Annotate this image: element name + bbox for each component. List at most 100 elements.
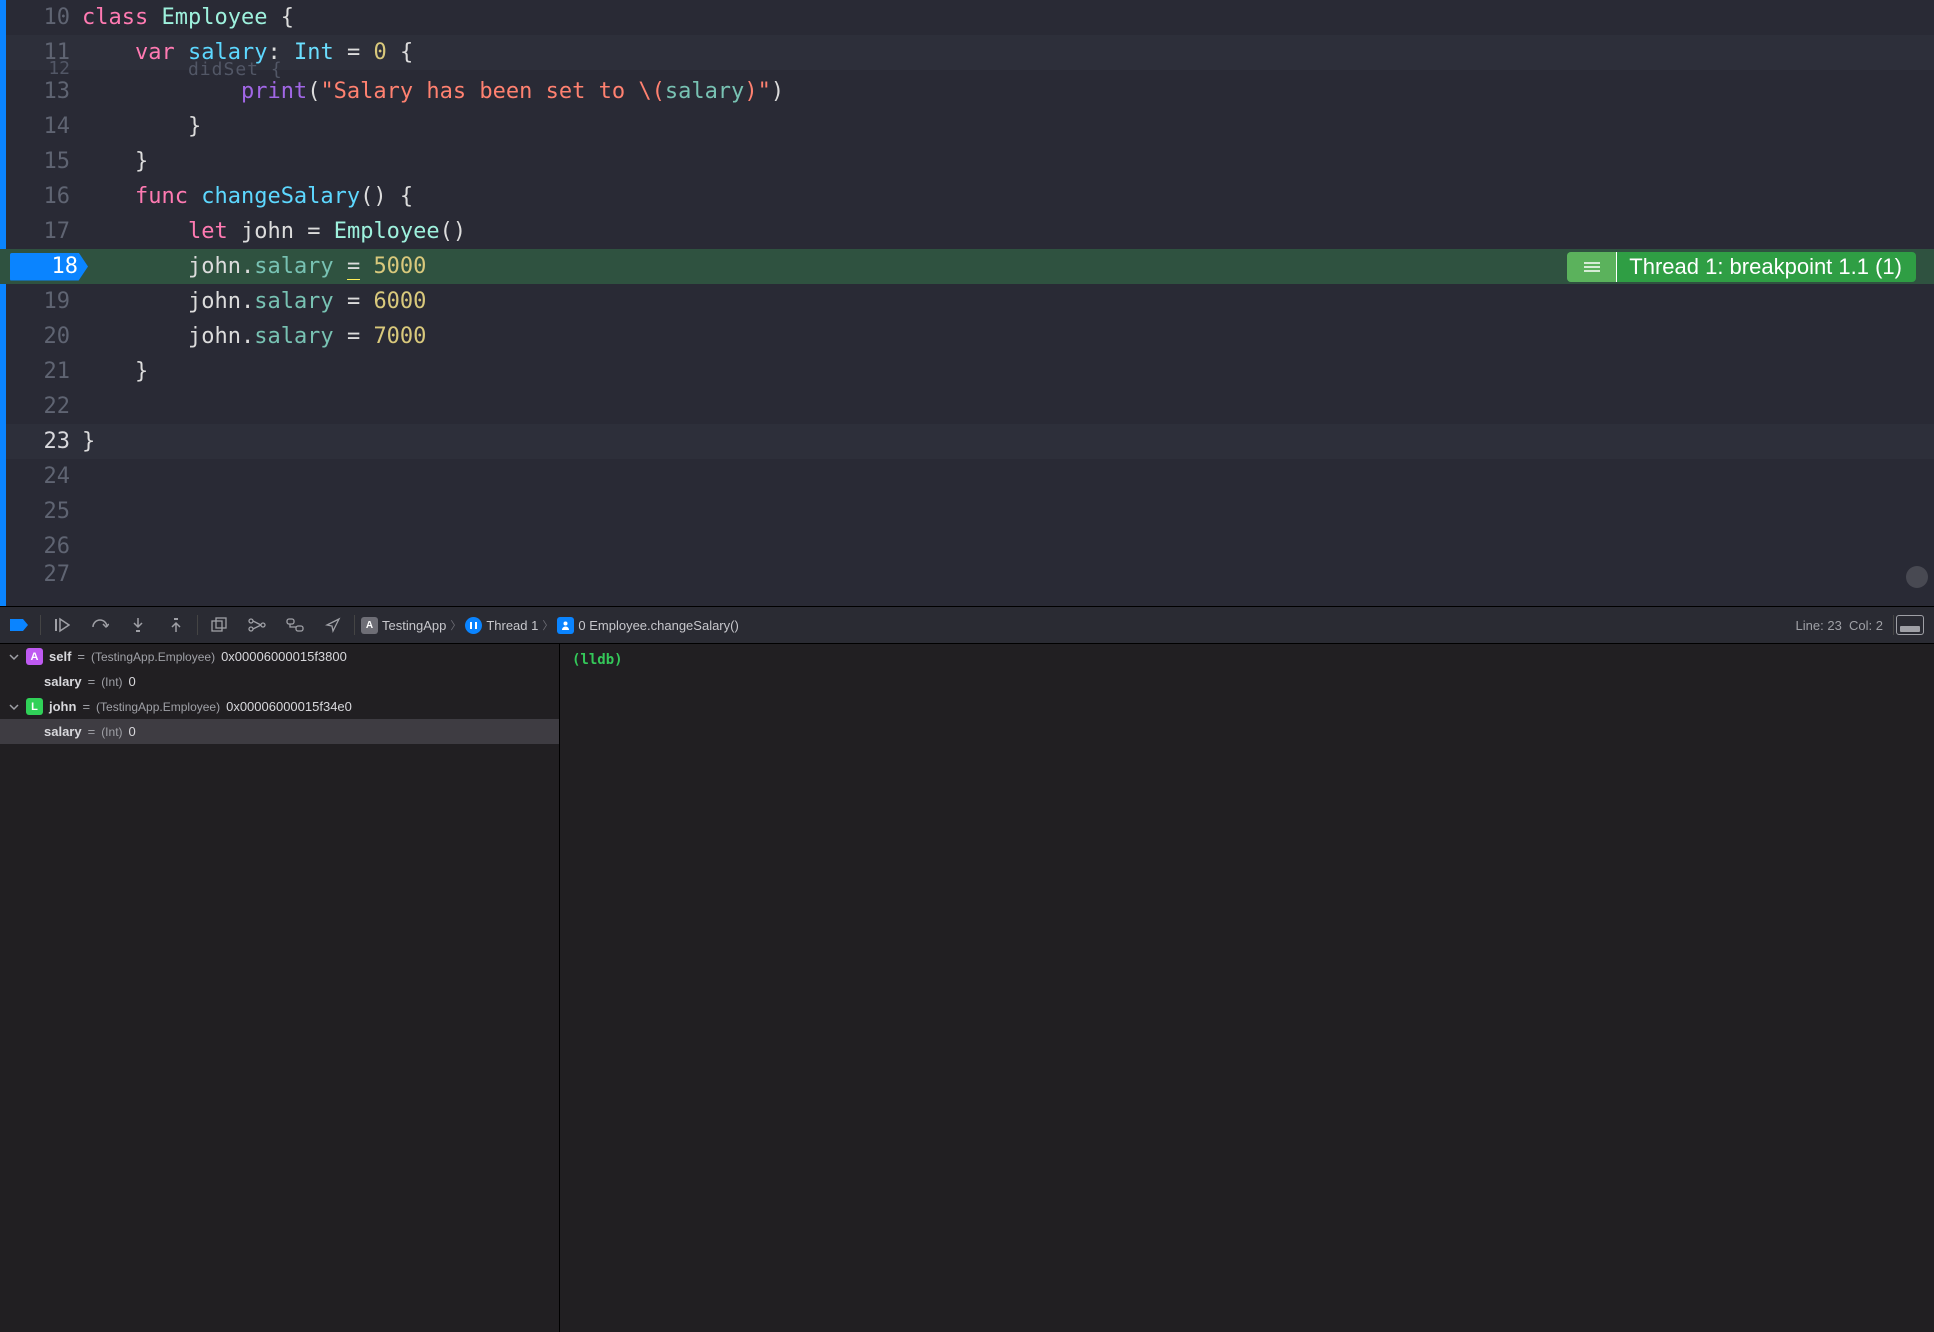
equals: = xyxy=(347,289,360,314)
class-name: Employee xyxy=(161,5,267,30)
annotation-handle-icon[interactable] xyxy=(1567,252,1617,282)
variable-type: (Int) xyxy=(101,725,122,739)
local-var: john xyxy=(188,254,241,279)
debug-view-hierarchy-button[interactable] xyxy=(200,606,238,644)
number-literal: 6000 xyxy=(373,289,426,314)
toggle-breakpoints-button[interactable] xyxy=(0,606,38,644)
thread-icon xyxy=(465,617,482,634)
line-number[interactable]: 25 xyxy=(0,499,82,524)
scroll-knob[interactable] xyxy=(1906,566,1928,588)
crumb-app[interactable]: TestingApp xyxy=(382,618,446,633)
separator xyxy=(197,615,198,635)
step-into-button[interactable] xyxy=(119,606,157,644)
line-number[interactable]: 20 xyxy=(0,324,82,349)
variable-type: (TestingApp.Employee) xyxy=(91,650,215,664)
keyword-class: class xyxy=(82,5,148,30)
equals: = xyxy=(347,324,360,349)
step-over-button[interactable] xyxy=(81,606,119,644)
separator xyxy=(354,615,355,635)
line-number[interactable]: 10 xyxy=(0,5,82,30)
breakpoint-marker[interactable]: 18 xyxy=(10,253,88,281)
variable-name: salary xyxy=(44,674,82,689)
paren: ) xyxy=(771,79,784,104)
line-number[interactable]: 17 xyxy=(0,219,82,244)
variable-type: (Int) xyxy=(101,675,122,689)
line-number[interactable]: 21 xyxy=(0,359,82,384)
type-name: Employee xyxy=(334,219,440,244)
annotation-text: Thread 1: breakpoint 1.1 (1) xyxy=(1629,254,1902,280)
line-number[interactable]: 27 xyxy=(0,562,82,587)
line-number[interactable]: 23 xyxy=(0,429,82,454)
debug-console[interactable]: (lldb) xyxy=(560,644,1934,1332)
separator xyxy=(1893,615,1894,635)
crumb-frame[interactable]: 0 Employee.changeSalary() xyxy=(578,618,738,633)
variable-value: 0 xyxy=(129,724,136,739)
equals-sign: = xyxy=(82,699,90,714)
variable-name: self xyxy=(49,649,71,664)
separator xyxy=(40,615,41,635)
line-number[interactable]: 15 xyxy=(0,149,82,174)
variables-view[interactable]: A self = (TestingApp.Employee) 0x0000600… xyxy=(0,644,560,1332)
app-icon: A xyxy=(361,617,378,634)
paren: ( xyxy=(307,79,320,104)
variable-row[interactable]: A self = (TestingApp.Employee) 0x0000600… xyxy=(0,644,559,669)
string-interp-close: ) xyxy=(744,79,757,104)
line-number[interactable]: 16 xyxy=(0,184,82,209)
execution-indicator-bar xyxy=(0,0,6,606)
variable-row[interactable]: salary = (Int) 0 xyxy=(0,719,559,744)
console-prompt: (lldb) xyxy=(572,652,623,668)
code-editor[interactable]: 10 class Employee { 11 var salary: Int =… xyxy=(0,0,1934,606)
equals-sign: = xyxy=(88,724,96,739)
property: salary xyxy=(254,254,333,279)
property: salary xyxy=(254,324,333,349)
frame-icon xyxy=(557,617,574,634)
breakpoint-annotation[interactable]: Thread 1: breakpoint 1.1 (1) xyxy=(1567,252,1916,282)
brace: } xyxy=(82,429,95,454)
brace: } xyxy=(135,149,148,174)
line-number[interactable]: 13 xyxy=(0,79,82,104)
variable-value: 0x00006000015f3800 xyxy=(221,649,347,664)
collapsed-code: didSet { xyxy=(188,59,283,80)
number-literal: 7000 xyxy=(373,324,426,349)
brace: } xyxy=(188,114,201,139)
number-literal: 5000 xyxy=(373,254,426,279)
paren: () xyxy=(440,219,467,244)
toggle-debug-area-button[interactable] xyxy=(1896,615,1924,635)
brace: { xyxy=(387,184,414,209)
string-literal: "Salary has been set to xyxy=(320,79,638,104)
chevron-right-icon: 〉 xyxy=(450,617,461,633)
variable-row[interactable]: salary = (Int) 0 xyxy=(0,669,559,694)
line-number[interactable]: 19 xyxy=(0,289,82,314)
function-name: changeSalary xyxy=(201,184,360,209)
crumb-thread[interactable]: Thread 1 xyxy=(486,618,538,633)
dot: . xyxy=(241,324,254,349)
variable-name: john xyxy=(49,699,76,714)
step-out-button[interactable] xyxy=(157,606,195,644)
chevron-right-icon: 〉 xyxy=(542,617,553,633)
local-var: john xyxy=(188,324,241,349)
simulate-location-button[interactable] xyxy=(314,606,352,644)
continue-button[interactable] xyxy=(43,606,81,644)
equals-sign: = xyxy=(77,649,85,664)
debug-toolbar: A TestingApp 〉 Thread 1 〉 0 Employee.cha… xyxy=(0,606,1934,644)
line-number[interactable]: 22 xyxy=(0,394,82,419)
local-var: john xyxy=(241,219,294,244)
function-call: print xyxy=(241,79,307,104)
property: salary xyxy=(254,289,333,314)
keyword-let: let xyxy=(188,219,228,244)
environment-overrides-button[interactable] xyxy=(276,606,314,644)
variable-row[interactable]: L john = (TestingApp.Employee) 0x0000600… xyxy=(0,694,559,719)
disclosure-triangle-icon[interactable] xyxy=(8,701,20,713)
string-interp-open: \( xyxy=(638,79,665,104)
line-number[interactable]: 14 xyxy=(0,114,82,139)
line-number[interactable]: 24 xyxy=(0,464,82,489)
debug-memory-graph-button[interactable] xyxy=(238,606,276,644)
line-number[interactable]: 26 xyxy=(0,534,82,559)
disclosure-triangle-icon[interactable] xyxy=(8,651,20,663)
line-number-collapsed[interactable]: 12 xyxy=(0,58,82,79)
variable-kind-badge: L xyxy=(26,698,43,715)
dot: . xyxy=(241,289,254,314)
debug-breadcrumb[interactable]: A TestingApp 〉 Thread 1 〉 0 Employee.cha… xyxy=(361,617,739,634)
breakpoint-line-number: 18 xyxy=(52,254,79,279)
keyword-func: func xyxy=(135,184,188,209)
